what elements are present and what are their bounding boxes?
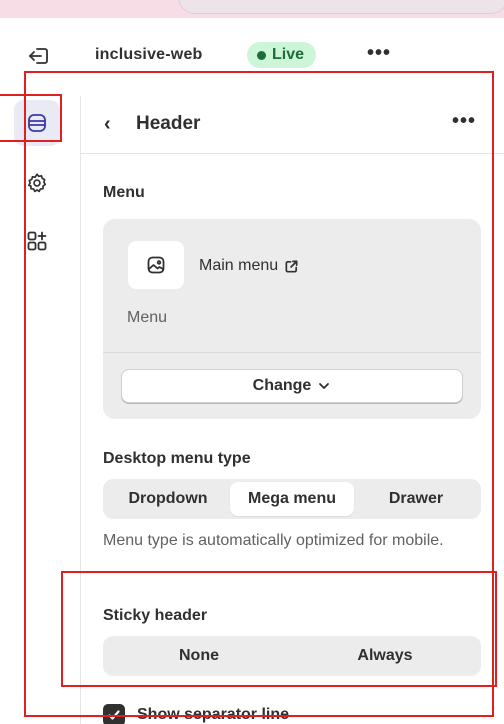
- editor-sidebar-rail: [0, 96, 80, 724]
- menu-subtext: Menu: [127, 309, 168, 326]
- exit-icon[interactable]: [27, 44, 51, 68]
- live-status-badge: Live: [247, 42, 317, 68]
- menu-type-option-mega-menu[interactable]: Mega menu: [230, 482, 354, 516]
- menu-section-label: Menu: [103, 184, 145, 201]
- settings-gear-icon: [27, 173, 47, 193]
- add-apps-icon: [27, 231, 47, 251]
- chevron-down-icon: [319, 383, 330, 389]
- change-menu-label: Change: [252, 377, 312, 394]
- menu-card-divider: [103, 352, 481, 353]
- rail-settings-button[interactable]: [14, 160, 60, 206]
- browser-top-strip: [0, 0, 504, 18]
- show-separator-label: Show separator line: [137, 706, 290, 723]
- panel-header: ‹ Header •••: [81, 96, 504, 154]
- menu-type-option-drawer[interactable]: Drawer: [354, 482, 478, 516]
- desktop-menu-type-label: Desktop menu type: [103, 450, 251, 467]
- panel-more-button[interactable]: •••: [452, 110, 476, 133]
- menu-thumbnail: [128, 241, 184, 289]
- main-menu-link[interactable]: Main menu: [199, 257, 299, 275]
- sticky-option-none[interactable]: None: [106, 639, 292, 673]
- menu-picker-card: Main menu Menu Change: [103, 219, 481, 419]
- separator-checkbox[interactable]: [103, 704, 125, 724]
- panel-title: Header: [136, 113, 201, 134]
- back-button[interactable]: ‹: [104, 113, 111, 136]
- editor-topbar: inclusive-web Live •••: [0, 36, 504, 76]
- sticky-header-segmented: None Always: [103, 636, 481, 676]
- topbar-more-button[interactable]: •••: [367, 42, 391, 65]
- sections-icon: [28, 114, 46, 132]
- address-bar[interactable]: [178, 0, 504, 14]
- live-dot-icon: [257, 50, 266, 60]
- desktop-menu-type-segmented: Dropdown Mega menu Drawer: [103, 479, 481, 519]
- menu-type-option-dropdown[interactable]: Dropdown: [106, 482, 230, 516]
- sticky-option-always[interactable]: Always: [292, 639, 478, 673]
- image-placeholder-icon: [147, 256, 165, 274]
- rail-apps-button[interactable]: [14, 218, 60, 264]
- sticky-header-label: Sticky header: [103, 607, 208, 624]
- main-menu-link-label: Main menu: [199, 257, 279, 274]
- header-settings-panel: ‹ Header ••• Menu Main menu Menu Change: [81, 96, 504, 724]
- checkmark-icon: [108, 710, 120, 720]
- menu-type-helper-text: Menu type is automatically optimized for…: [103, 532, 444, 549]
- live-label: Live: [272, 46, 305, 63]
- change-menu-button[interactable]: Change: [121, 369, 463, 403]
- show-separator-row[interactable]: Show separator line: [103, 704, 289, 724]
- rail-sections-button[interactable]: [14, 100, 60, 146]
- store-name[interactable]: inclusive-web: [95, 46, 203, 64]
- external-link-icon: [285, 260, 298, 272]
